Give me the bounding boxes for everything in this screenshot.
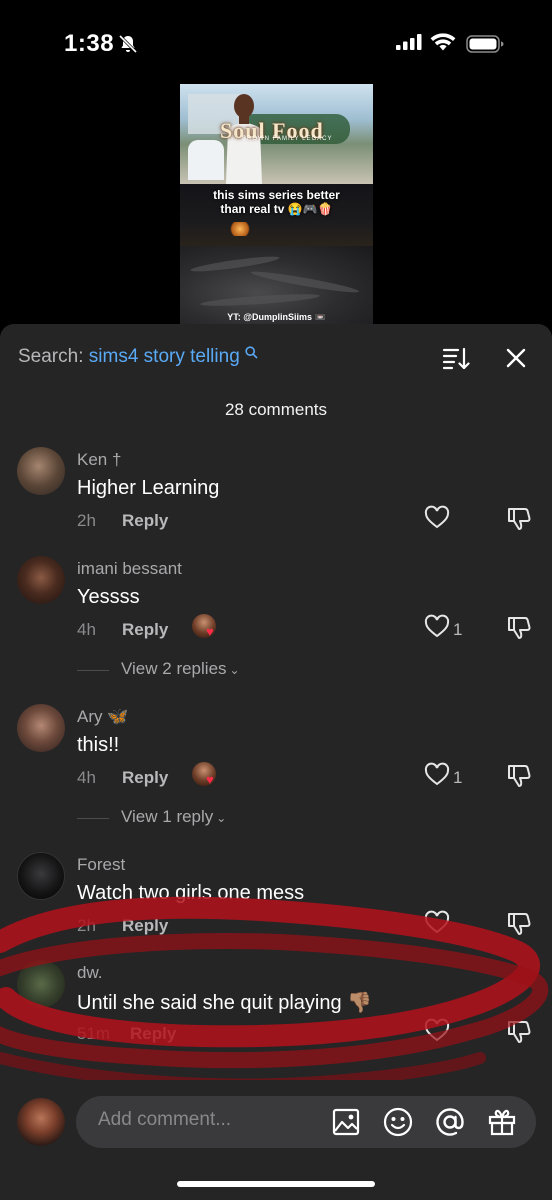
heart-icon[interactable]: [424, 505, 450, 531]
reply-button[interactable]: Reply: [130, 1024, 176, 1044]
video-preview[interactable]: Soul Food BROWN FAMILY LEGACY this sims …: [180, 84, 373, 324]
like-count: 1: [453, 620, 463, 639]
avatar[interactable]: [17, 960, 65, 1008]
comment-time: 2h: [77, 916, 96, 935]
bell-slash-icon: [118, 34, 138, 54]
video-subtitle-art: BROWN FAMILY LEGACY: [242, 136, 333, 142]
sort-icon[interactable]: [442, 346, 470, 370]
avatar[interactable]: [17, 704, 65, 752]
video-caption: this sims series better than real tv 😭🎮🍿: [213, 188, 340, 216]
comment-username[interactable]: Ken †: [77, 450, 121, 470]
video-credit: YT: @DumplinSiims 📼: [227, 312, 326, 322]
reply-button[interactable]: Reply: [122, 916, 168, 936]
view-replies-button[interactable]: View 2 replies ⌄: [77, 659, 277, 683]
comment-item: Forest Watch two girls one mess 2h Reply: [0, 852, 552, 952]
comment-time: 4h: [77, 620, 96, 639]
gift-icon[interactable]: [486, 1106, 518, 1138]
comment-count: 28 comments: [224, 400, 328, 419]
thumbs-down-icon[interactable]: [506, 762, 532, 788]
reply-button[interactable]: Reply: [122, 768, 168, 788]
thumbs-down-icon[interactable]: [506, 505, 532, 531]
close-icon[interactable]: [505, 347, 527, 369]
my-avatar[interactable]: [17, 1098, 65, 1146]
search-term-link[interactable]: sims4 story telling: [89, 346, 240, 367]
chevron-down-icon: ⌄: [216, 811, 227, 825]
comment-item: Ken † Higher Learning 2h Reply: [0, 447, 552, 547]
chevron-down-icon: ⌄: [229, 663, 240, 677]
heart-icon[interactable]: [424, 910, 450, 936]
signal-icon: [396, 34, 422, 50]
heart-icon[interactable]: [424, 1018, 450, 1044]
comment-text: Watch two girls one mess: [77, 882, 305, 904]
thumbs-down-icon[interactable]: [506, 910, 532, 936]
thumbs-down-icon[interactable]: [506, 1018, 532, 1044]
thumbs-down-icon[interactable]: [506, 614, 532, 640]
heart-icon[interactable]: [424, 762, 450, 788]
reply-button[interactable]: Reply: [122, 620, 168, 640]
creator-heart-icon: ♥: [206, 772, 214, 787]
wifi-icon: [430, 33, 456, 51]
home-indicator[interactable]: [177, 1181, 375, 1187]
heart-icon[interactable]: [424, 614, 450, 640]
status-bar: 1:38: [0, 0, 552, 80]
comment-username[interactable]: Ary 🦋: [77, 707, 128, 727]
avatar[interactable]: [17, 852, 65, 900]
image-icon[interactable]: [330, 1106, 362, 1138]
creator-heart-icon: ♥: [206, 624, 214, 639]
comment-time: 51m: [77, 1024, 111, 1043]
video-frame-scene: Soul Food BROWN FAMILY LEGACY: [180, 84, 373, 184]
avatar[interactable]: [17, 556, 65, 604]
comment-time: 4h: [77, 768, 96, 787]
comment-time: 2h: [77, 511, 96, 530]
comment-username[interactable]: dw.: [77, 963, 103, 983]
comment-item: dw. Until she said she quit playing 👎🏽 5…: [0, 960, 552, 1060]
comment-text: Higher Learning: [77, 477, 220, 499]
status-time: 1:38: [64, 30, 115, 57]
comment-item: imani bessant Yessss 4h Reply ♥ 1 View 2…: [0, 556, 552, 678]
comment-text: this!!: [77, 734, 120, 756]
view-replies-button[interactable]: View 1 reply ⌄: [77, 807, 277, 831]
comment-placeholder: Add comment...: [98, 1109, 232, 1130]
battery-icon: [466, 35, 504, 53]
at-icon[interactable]: [434, 1106, 466, 1138]
comment-username[interactable]: Forest: [77, 855, 125, 875]
comment-text: Until she said she quit playing 👎🏽: [77, 992, 373, 1014]
comment-username[interactable]: imani bessant: [77, 559, 182, 579]
comment-item: Ary 🦋 this!! 4h Reply ♥ 1 View 1 reply ⌄: [0, 704, 552, 826]
search-icon: [245, 346, 258, 359]
emoji-icon[interactable]: [382, 1106, 414, 1138]
search-suggestion[interactable]: Search: sims4 story telling: [18, 346, 258, 368]
reply-button[interactable]: Reply: [122, 511, 168, 531]
comment-text: Yessss: [77, 586, 140, 608]
search-label: Search:: [18, 346, 84, 367]
like-count: 1: [453, 768, 463, 787]
avatar[interactable]: [17, 447, 65, 495]
comment-input[interactable]: Add comment...: [76, 1096, 536, 1148]
